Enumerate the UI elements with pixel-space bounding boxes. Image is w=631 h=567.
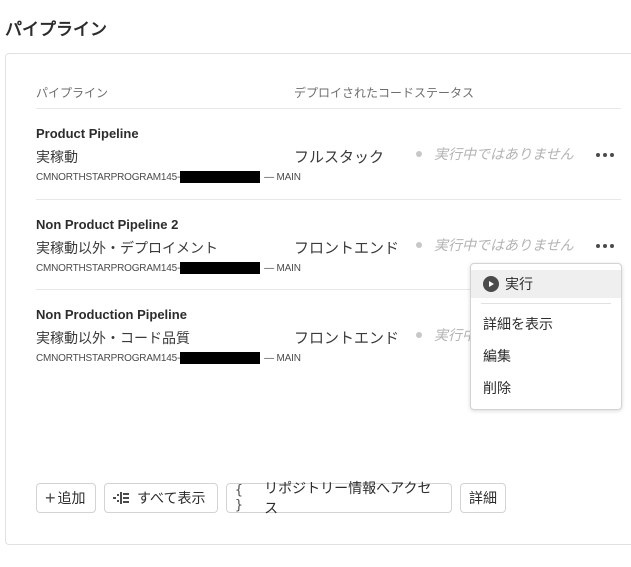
repo-branch: — MAIN xyxy=(264,171,301,183)
menu-item-run[interactable]: 実行 xyxy=(471,270,621,298)
menu-item-delete[interactable]: 削除 xyxy=(471,374,621,402)
repo-prefix: CMNORTHSTARPROGRAM145- xyxy=(36,352,181,364)
pipeline-status: 実行中 xyxy=(416,325,476,345)
status-dot-icon xyxy=(416,151,422,157)
add-button[interactable]: + 追加 xyxy=(36,483,96,513)
more-dot-icon xyxy=(610,153,614,157)
menu-item-edit[interactable]: 編集 xyxy=(471,342,621,370)
page-title: パイプライン xyxy=(5,20,107,39)
redacted-block xyxy=(180,262,261,274)
pipeline-actions-menu: 実行 詳細を表示 編集 削除 xyxy=(470,263,622,410)
column-header-pipeline: パイプライン xyxy=(36,86,109,100)
more-actions-button[interactable] xyxy=(596,150,614,160)
status-dot-icon xyxy=(416,332,422,338)
more-dot-icon xyxy=(603,244,607,248)
repo-prefix: CMNORTHSTARPROGRAM145- xyxy=(36,171,181,183)
plus-icon: + xyxy=(45,487,56,508)
menu-item-label: 実行 xyxy=(505,276,533,292)
repo-branch: — MAIN xyxy=(264,352,301,364)
pipeline-type: フロントエンド xyxy=(294,240,400,257)
more-dot-icon xyxy=(596,153,600,157)
menu-item-view-details[interactable]: 詳細を表示 xyxy=(471,310,621,338)
pipeline-status: 実行中ではありません xyxy=(416,144,574,164)
status-text: 実行中ではありません xyxy=(434,237,574,253)
show-all-button-label: すべて表示 xyxy=(137,490,206,506)
more-dot-icon xyxy=(603,153,607,157)
details-button-label: 詳細 xyxy=(469,490,497,506)
pipeline-graph-icon xyxy=(113,492,131,504)
column-header-deployed-code-status: デプロイされたコードステータス xyxy=(294,86,475,100)
pipeline-name: Product Pipeline xyxy=(36,126,139,141)
repo-branch: — MAIN xyxy=(264,262,301,274)
status-dot-icon xyxy=(416,242,422,248)
details-button[interactable]: 詳細 xyxy=(460,483,506,513)
row-divider xyxy=(36,199,621,200)
repo-prefix: CMNORTHSTARPROGRAM145- xyxy=(36,262,181,274)
add-button-label: 追加 xyxy=(57,490,86,506)
more-dot-icon xyxy=(596,244,600,248)
code-braces-icon: { } xyxy=(235,483,243,513)
pipeline-row-product[interactable]: Product Pipeline 実稼動 CMNORTHSTARPROGRAM1… xyxy=(0,126,631,216)
status-text: 実行中ではありません xyxy=(434,146,574,162)
pipeline-repo: CMNORTHSTARPROGRAM145- — MAIN xyxy=(36,171,301,183)
pipeline-environment: 実稼動以外・デプロイメント xyxy=(36,240,218,256)
play-icon xyxy=(483,276,499,292)
pipeline-environment: 実稼動以外・コード品質 xyxy=(36,330,190,346)
redacted-block xyxy=(180,352,261,364)
repo-info-button-label: リポジトリー情報へアクセス xyxy=(264,480,432,516)
pipeline-type: フロントエンド xyxy=(294,330,400,347)
header-divider xyxy=(36,108,621,109)
show-all-button[interactable]: すべて表示 xyxy=(104,483,218,513)
pipeline-name: Non Production Pipeline xyxy=(36,307,187,322)
menu-divider xyxy=(481,303,611,304)
redacted-block xyxy=(180,171,261,183)
pipeline-type: フルスタック xyxy=(294,149,385,166)
more-dot-icon xyxy=(610,244,614,248)
pipeline-name: Non Product Pipeline 2 xyxy=(36,217,179,232)
more-actions-button[interactable] xyxy=(596,241,614,251)
pipeline-repo: CMNORTHSTARPROGRAM145- — MAIN xyxy=(36,352,301,364)
pipeline-repo: CMNORTHSTARPROGRAM145- — MAIN xyxy=(36,262,301,274)
pipeline-status: 実行中ではありません xyxy=(416,235,574,255)
pipeline-environment: 実稼動 xyxy=(36,149,78,165)
repo-info-button[interactable]: { } リポジトリー情報へアクセス xyxy=(226,480,452,516)
